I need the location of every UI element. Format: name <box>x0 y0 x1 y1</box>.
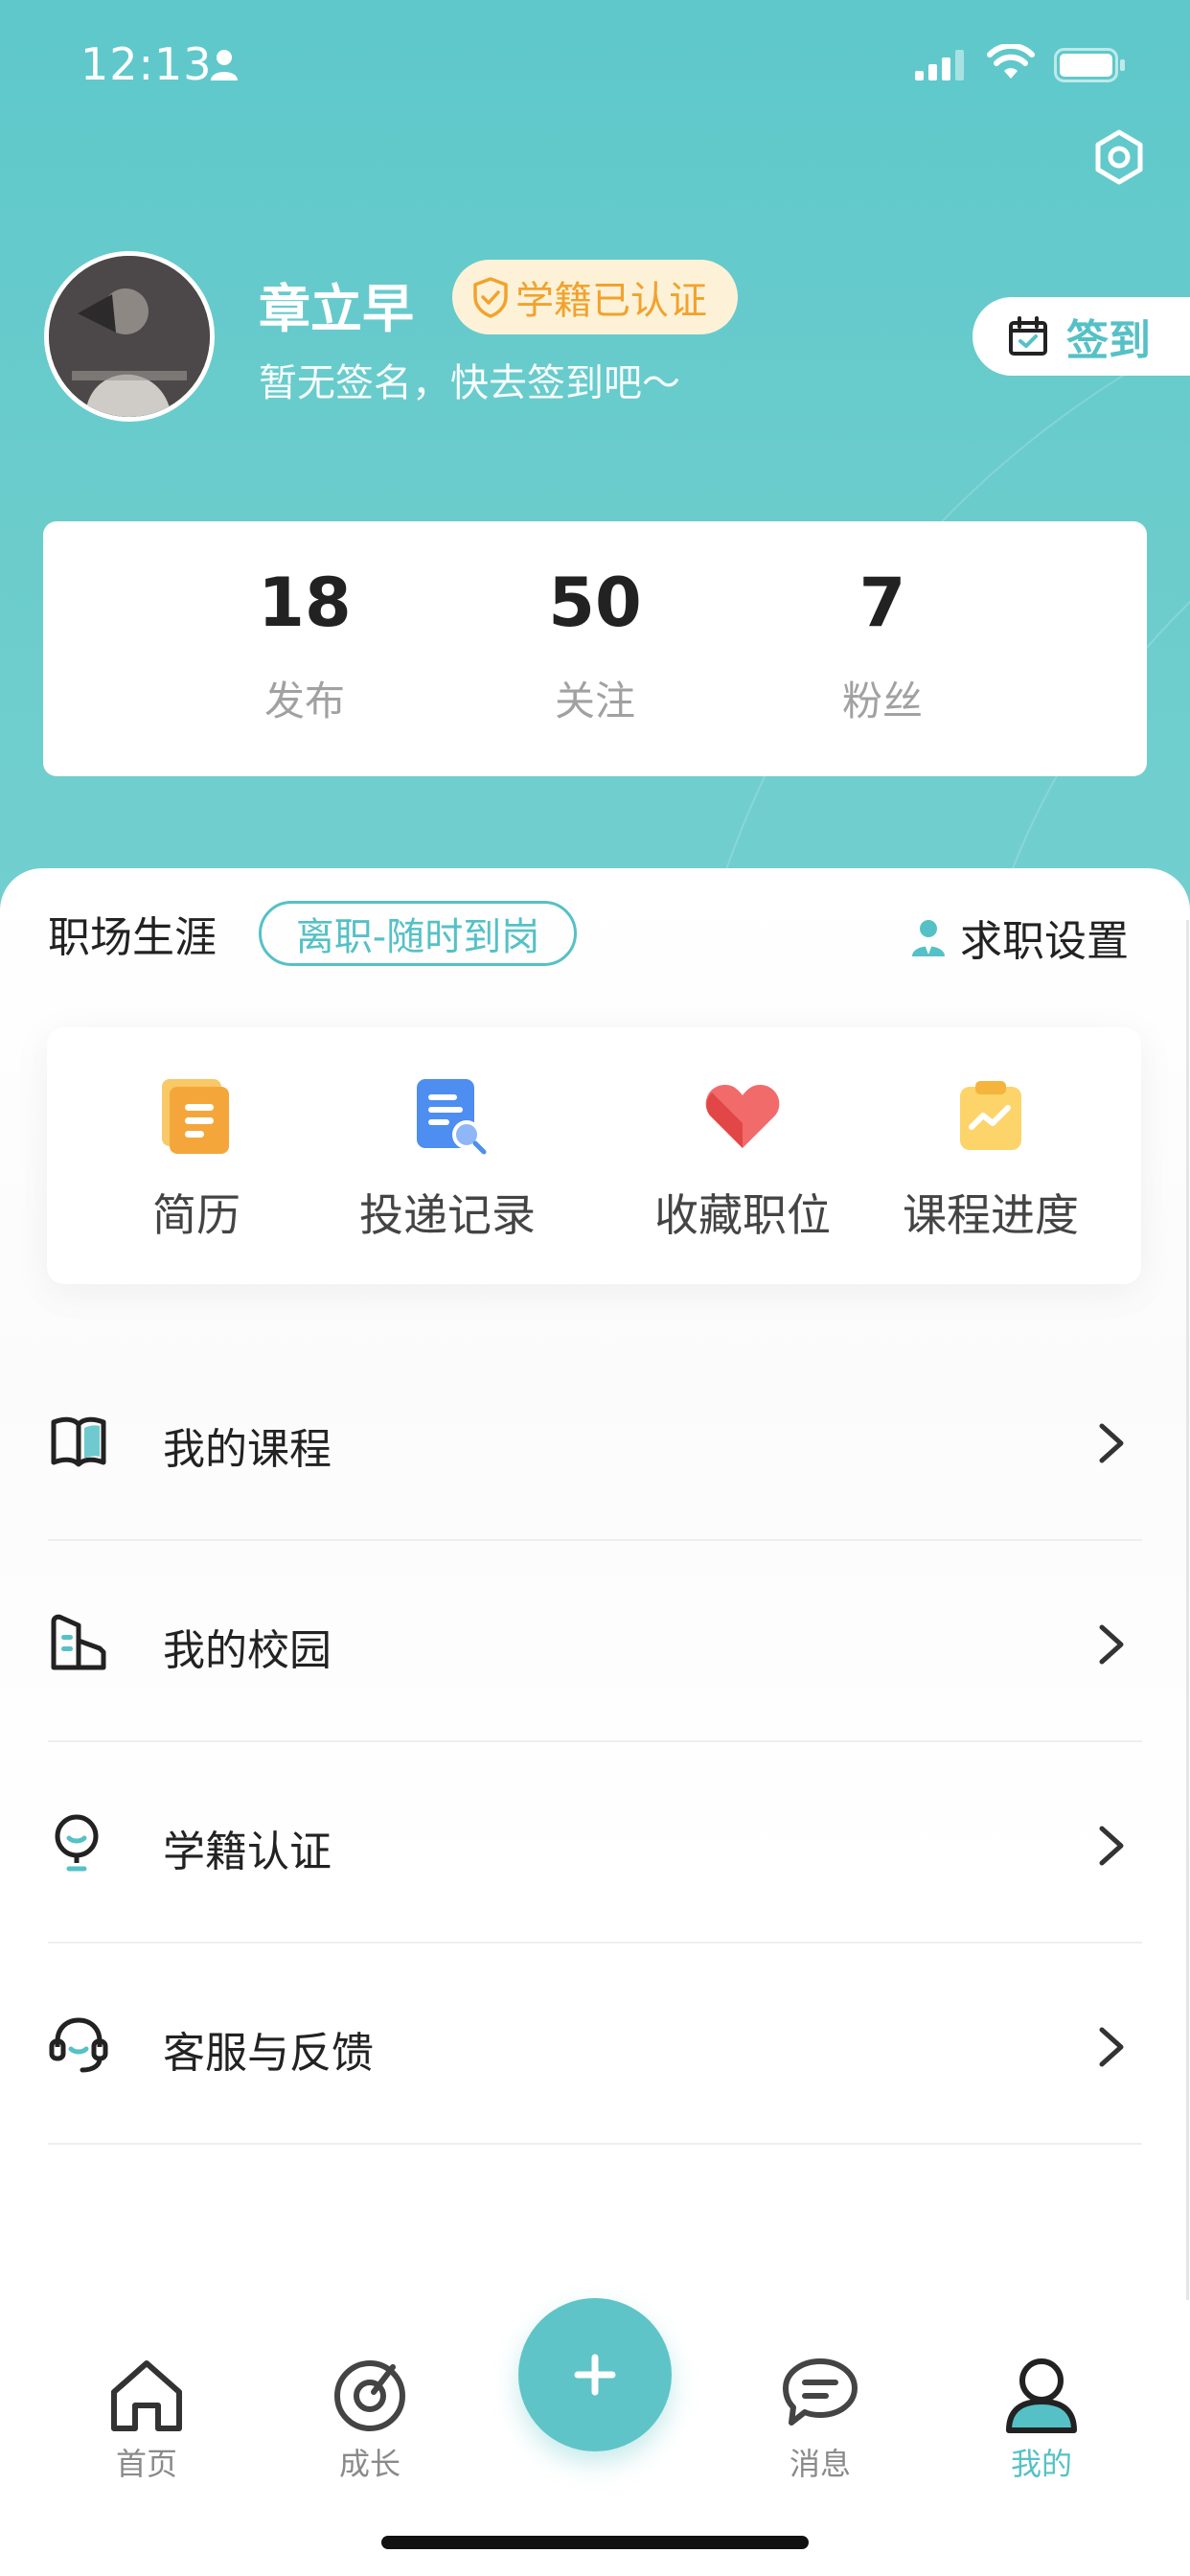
tab-home[interactable]: 首页 <box>65 2354 228 2484</box>
menu-item-label: 我的校园 <box>163 1626 332 1675</box>
stat-label: 关注 <box>554 678 635 724</box>
calendar-check-icon <box>1009 316 1047 356</box>
person-icon <box>211 50 238 80</box>
avatar[interactable] <box>44 251 215 422</box>
quick-action-course-progress[interactable]: 课程进度 <box>866 1075 1115 1244</box>
course-progress-icon <box>960 1081 1021 1150</box>
profile-header-background <box>0 0 1190 920</box>
scroll-indicator <box>1186 920 1189 2338</box>
stat-label: 粉丝 <box>841 678 923 724</box>
job-settings-label: 求职设置 <box>960 917 1129 966</box>
message-icon <box>783 2358 858 2426</box>
stat-following[interactable]: 50 关注 <box>480 569 710 727</box>
shield-check-icon <box>473 277 508 318</box>
career-status-tag[interactable]: 离职-随时到岗 <box>259 901 577 966</box>
delivery-record-icon <box>417 1079 487 1155</box>
home-icon <box>111 2360 182 2431</box>
quick-action-resume[interactable]: 简历 <box>72 1075 321 1244</box>
verification-badge-label: 学籍已认证 <box>515 279 707 323</box>
menu-item-customer-service[interactable]: 客服与反馈 <box>48 1944 1142 2145</box>
stat-value: 50 <box>548 564 642 642</box>
status-time: 12:13 <box>80 38 213 90</box>
menu-item-label: 客服与反馈 <box>163 2029 374 2078</box>
signature-text: 暂无签名，快去签到吧～ <box>259 361 680 405</box>
stat-label: 发布 <box>263 678 345 724</box>
menu-item-my-courses[interactable]: 我的课程 <box>48 1340 1142 1541</box>
stat-posts[interactable]: 18 发布 <box>190 569 420 727</box>
headset-icon <box>49 2017 108 2073</box>
stat-value: 7 <box>858 564 906 642</box>
checkin-button[interactable]: 签到 <box>973 297 1190 376</box>
tab-label: 我的 <box>1010 2446 1072 2482</box>
menu-item-student-verification[interactable]: 学籍认证 <box>48 1742 1142 1944</box>
quick-action-label: 简历 <box>152 1189 240 1241</box>
heart-icon <box>705 1085 780 1148</box>
username: 章立早 <box>259 279 414 339</box>
checkin-label: 签到 <box>1066 316 1151 365</box>
tab-label: 成长 <box>338 2446 400 2482</box>
verification-badge: 学籍已认证 <box>452 260 738 334</box>
stats-card: 18 发布 50 关注 7 粉丝 <box>43 521 1147 776</box>
chevron-right-icon <box>1099 1423 1124 1463</box>
tab-label: 消息 <box>789 2446 851 2482</box>
stat-followers[interactable]: 7 粉丝 <box>767 569 997 727</box>
quick-actions-card: 简历 投递记录 收藏职位 课程进度 <box>47 1027 1141 1284</box>
stat-value: 18 <box>258 564 352 642</box>
wifi-icon <box>987 44 1035 79</box>
tab-label: 首页 <box>115 2446 177 2482</box>
book-icon <box>51 1416 106 1467</box>
home-indicator <box>381 2536 809 2549</box>
tab-growth[interactable]: 成长 <box>288 2354 451 2484</box>
avatar-image <box>49 256 210 417</box>
growth-icon <box>334 2360 405 2431</box>
job-settings-button[interactable]: 求职设置 <box>910 907 1129 968</box>
quick-action-saved-jobs[interactable]: 收藏职位 <box>618 1075 867 1244</box>
user-tie-icon <box>912 920 945 956</box>
tab-profile[interactable]: 我的 <box>960 2354 1123 2484</box>
battery-icon <box>1054 48 1125 82</box>
quick-action-delivery-records[interactable]: 投递记录 <box>323 1075 572 1244</box>
signal-icon <box>915 50 964 80</box>
chevron-right-icon <box>1099 1826 1124 1866</box>
status-bar: 12:13 <box>0 0 1190 125</box>
resume-icon <box>162 1079 229 1154</box>
career-title: 职场生涯 <box>48 913 217 962</box>
menu-item-my-campus[interactable]: 我的校园 <box>48 1541 1142 1742</box>
quick-action-label: 投递记录 <box>359 1189 536 1241</box>
chevron-right-icon <box>1099 1624 1124 1665</box>
menu-item-label: 学籍认证 <box>163 1828 332 1876</box>
certification-icon <box>55 1814 99 1872</box>
profile-icon <box>1006 2358 1077 2433</box>
menu-item-label: 我的课程 <box>163 1425 332 1474</box>
quick-action-label: 收藏职位 <box>654 1189 831 1241</box>
tab-messages[interactable]: 消息 <box>739 2354 902 2484</box>
add-post-button[interactable] <box>518 2298 672 2451</box>
plus-icon <box>574 2354 616 2396</box>
campus-icon <box>51 1614 106 1670</box>
chevron-right-icon <box>1099 2027 1124 2067</box>
quick-action-label: 课程进度 <box>903 1189 1079 1241</box>
settings-icon[interactable] <box>1090 128 1148 186</box>
